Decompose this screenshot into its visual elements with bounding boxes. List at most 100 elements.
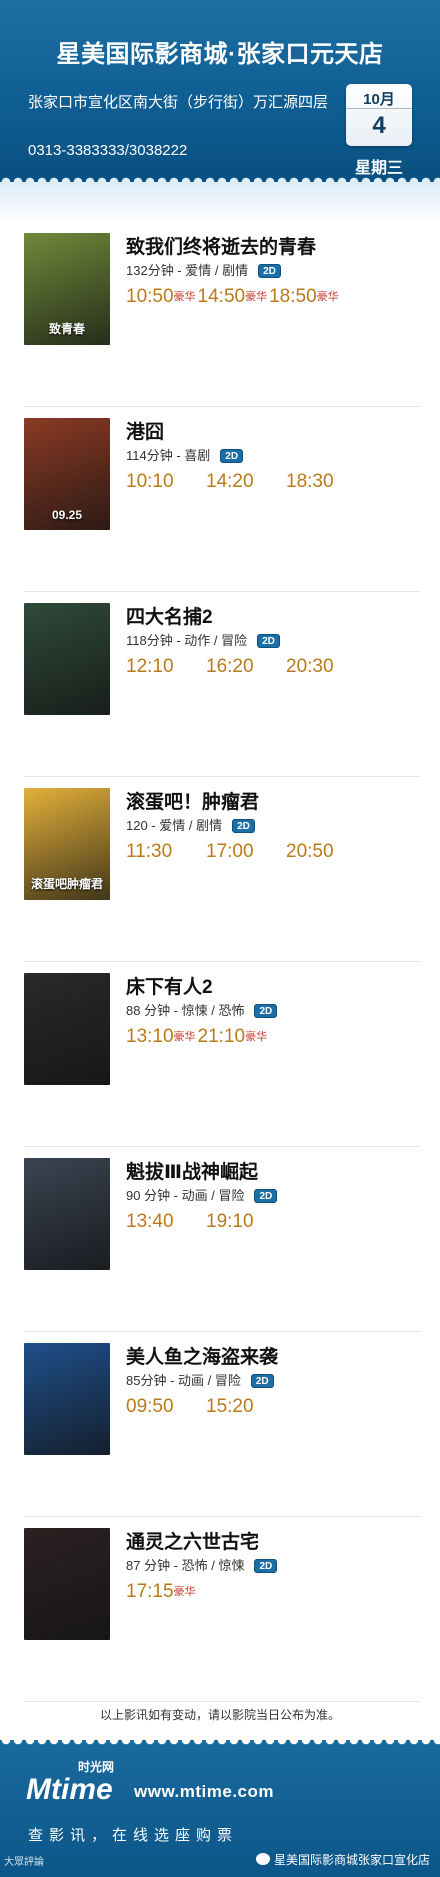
date-day: 4	[372, 112, 386, 139]
movie-poster[interactable]: 09.25	[24, 418, 110, 530]
showtime[interactable]: 20:50	[286, 841, 366, 863]
movie-title[interactable]: 致我们终将逝去的青春	[126, 232, 316, 259]
mtime-url-link[interactable]: www.mtime.com	[134, 1782, 274, 1802]
movie-info: 85分钟 - 动画 / 冒险 2D	[126, 1370, 274, 1389]
mtime-logo-text: Mtime	[26, 1773, 113, 1804]
showtime-list: 13:10豪华 21:10豪华	[126, 1026, 269, 1048]
watermark-right-text: 星美国际影商城张家口宣化店	[273, 1853, 430, 1867]
mtime-footer: Mtime 时光网 www.mtime.com 查影讯，在线选座购票 大眾評論 …	[0, 1734, 440, 1877]
cinema-header: 星美国际影商城·张家口元天店 张家口市宣化区南大街（步行街）万汇源四层 0313…	[0, 0, 440, 188]
movie-info: 118分钟 - 动作 / 冒险 2D	[126, 630, 280, 649]
showtime[interactable]: 10:50	[126, 286, 174, 308]
movie-poster[interactable]: 滚蛋吧肿瘤君	[24, 788, 110, 900]
movie-duration-genre: 118分钟 - 动作 / 冒险	[126, 633, 248, 648]
showtime[interactable]: 18:50	[269, 286, 317, 308]
luxury-hall-tag: 豪华	[245, 291, 268, 303]
showtime[interactable]: 15:20	[206, 1396, 286, 1418]
luxury-hall-tag: 豪华	[173, 1031, 196, 1043]
format-badge: 2D	[250, 1374, 274, 1388]
watermark-right: 星美国际影商城张家口宣化店	[255, 1851, 430, 1868]
movie-duration-genre: 88 分钟 - 惊悚 / 恐怖	[126, 1003, 245, 1018]
movie-item[interactable]: 四大名捕2 118分钟 - 动作 / 冒险 2D 12:10 16:20 20:30	[24, 592, 420, 777]
movie-title[interactable]: 四大名捕2	[126, 602, 213, 629]
movie-info: 88 分钟 - 惊悚 / 恐怖 2D	[126, 1000, 278, 1019]
showtime[interactable]: 10:10	[126, 471, 206, 493]
movie-duration-genre: 85分钟 - 动画 / 冒险	[126, 1373, 241, 1388]
movie-item[interactable]: 09.25 港囧 114分钟 - 喜剧 2D 10:10 14:20 18:30	[24, 407, 420, 592]
movie-info: 114分钟 - 喜剧 2D	[126, 445, 244, 464]
showtime-list: 13:40 19:10	[126, 1211, 286, 1233]
movie-title[interactable]: 港囧	[126, 417, 164, 444]
showtime[interactable]: 09:50	[126, 1396, 206, 1418]
showtime[interactable]: 13:10	[126, 1026, 174, 1048]
movie-title[interactable]: 滚蛋吧！肿瘤君	[126, 787, 259, 814]
date-card: 10月 4	[346, 84, 412, 146]
format-badge: 2D	[232, 819, 255, 833]
showtime[interactable]: 17:15	[126, 1581, 174, 1603]
movie-title[interactable]: 床下有人2	[126, 972, 213, 999]
cinema-address: 张家口市宣化区南大街（步行街）万汇源四层	[28, 94, 329, 111]
movie-duration-genre: 114分钟 - 喜剧	[126, 448, 211, 463]
showtime-list: 10:50豪华 14:50豪华 18:50豪华	[126, 286, 341, 308]
format-badge: 2D	[257, 634, 280, 648]
wechat-icon	[255, 1853, 270, 1865]
movie-poster[interactable]	[24, 1528, 110, 1640]
showtime[interactable]: 13:40	[126, 1211, 206, 1233]
movie-poster[interactable]	[24, 1158, 110, 1270]
movie-poster[interactable]	[24, 1343, 110, 1455]
page: 星美国际影商城·张家口元天店 张家口市宣化区南大街（步行街）万汇源四层 0313…	[0, 0, 440, 1877]
showtime[interactable]: 19:10	[206, 1211, 286, 1233]
stamp-edge-divider	[0, 176, 440, 188]
movie-duration-genre: 90 分钟 - 动画 / 冒险	[126, 1188, 245, 1203]
movie-duration-genre: 132分钟 - 爱情 / 剧情	[126, 263, 249, 278]
format-badge: 2D	[254, 1189, 278, 1203]
luxury-hall-tag: 豪华	[173, 1586, 196, 1598]
poster-text: 滚蛋吧肿瘤君	[30, 877, 103, 891]
movie-item[interactable]: 通灵之六世古宅 87 分钟 - 恐怖 / 惊悚 2D 17:15豪华	[24, 1517, 420, 1702]
movie-duration-genre: 120 - 爱情 / 剧情	[126, 818, 223, 833]
showtime-list: 11:30 17:00 20:50	[126, 841, 366, 863]
movie-title[interactable]: 通灵之六世古宅	[126, 1527, 259, 1554]
poster-text: 09.25	[51, 508, 83, 522]
showtime[interactable]: 16:20	[206, 656, 286, 678]
showtime-list: 09:50 15:20	[126, 1396, 286, 1418]
weekday-label: 星期三	[354, 160, 403, 177]
cinema-phone[interactable]: 0313-3383333/3038222	[28, 142, 187, 159]
luxury-hall-tag: 豪华	[173, 291, 196, 303]
movie-poster[interactable]: 致青春	[24, 233, 110, 345]
watermark-left: 大眾評論	[4, 1857, 44, 1868]
showtime[interactable]: 14:50	[198, 286, 246, 308]
format-badge: 2D	[254, 1559, 278, 1573]
mtime-slogan: 查影讯，在线选座购票	[28, 1827, 239, 1844]
showtime[interactable]: 21:10	[198, 1026, 246, 1048]
movie-item[interactable]: 魁拔Ⅲ战神崛起 90 分钟 - 动画 / 冒险 2D 13:40 19:10	[24, 1147, 420, 1332]
showtime[interactable]: 14:20	[206, 471, 286, 493]
movie-title[interactable]: 美人鱼之海盗来袭	[126, 1342, 278, 1369]
movie-item[interactable]: 致青春 致我们终将逝去的青春 132分钟 - 爱情 / 剧情 2D 10:50豪华 14:…	[24, 222, 420, 407]
movie-info: 132分钟 - 爱情 / 剧情 2D	[126, 260, 281, 279]
showtime-list: 12:10 16:20 20:30	[126, 656, 366, 678]
showtime[interactable]: 20:30	[286, 656, 366, 678]
showtime[interactable]: 18:30	[286, 471, 366, 493]
movie-title[interactable]: 魁拔Ⅲ战神崛起	[126, 1157, 258, 1184]
movie-info: 120 - 爱情 / 剧情 2D	[126, 815, 255, 834]
mtime-cn-name: 时光网	[78, 1760, 115, 1774]
movie-info: 90 分钟 - 动画 / 冒险 2D	[126, 1185, 278, 1204]
showtime[interactable]: 11:30	[126, 841, 206, 863]
showtime[interactable]: 17:00	[206, 841, 286, 863]
movie-duration-genre: 87 分钟 - 恐怖 / 惊悚	[126, 1558, 245, 1573]
movie-item[interactable]: 滚蛋吧肿瘤君 滚蛋吧！肿瘤君 120 - 爱情 / 剧情 2D 11:30 17:00 20…	[24, 777, 420, 962]
showtime-list: 17:15豪华	[126, 1581, 198, 1603]
movie-item[interactable]: 美人鱼之海盗来袭 85分钟 - 动画 / 冒险 2D 09:50 15:20	[24, 1332, 420, 1517]
cinema-title: 星美国际影商城·张家口元天店	[56, 41, 384, 68]
movie-item[interactable]: 床下有人2 88 分钟 - 惊悚 / 恐怖 2D 13:10豪华 21:10豪华	[24, 962, 420, 1147]
movie-poster[interactable]	[24, 603, 110, 715]
showtime[interactable]: 12:10	[126, 656, 206, 678]
movie-info: 87 分钟 - 恐怖 / 惊悚 2D	[126, 1555, 278, 1574]
stamp-edge-divider	[0, 1734, 440, 1746]
format-badge: 2D	[254, 1004, 278, 1018]
luxury-hall-tag: 豪华	[316, 291, 339, 303]
movie-poster[interactable]	[24, 973, 110, 1085]
luxury-hall-tag: 豪华	[245, 1031, 268, 1043]
poster-text: 致青春	[48, 322, 85, 336]
